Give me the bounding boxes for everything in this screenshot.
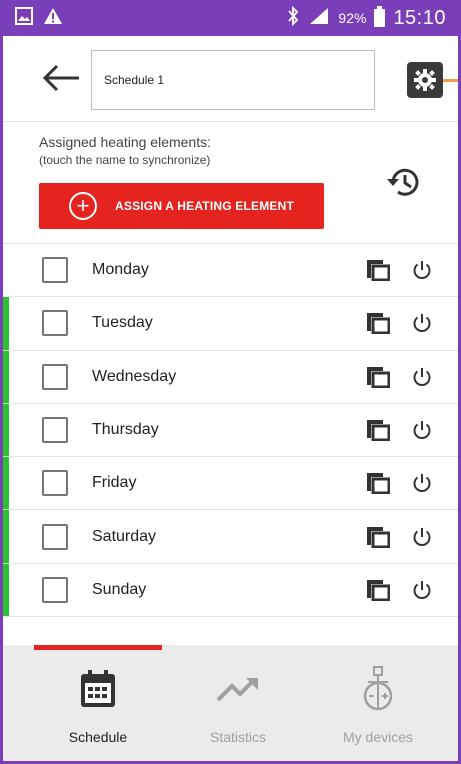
power-day-button[interactable] [409,310,435,336]
copy-icon [367,473,390,495]
history-icon [387,168,419,196]
day-row[interactable]: Thursday [3,403,458,458]
copy-day-button[interactable] [365,470,391,496]
nav-my-devices-label: My devices [342,729,414,745]
nav-statistics[interactable]: Statistics [163,665,313,755]
day-checkbox[interactable] [42,417,68,444]
copy-day-button[interactable] [365,524,391,550]
active-day-indicator [3,297,9,350]
copy-day-button[interactable] [365,364,391,390]
power-day-button[interactable] [409,364,435,390]
active-day-indicator [3,510,9,563]
day-checkbox[interactable] [42,363,68,390]
power-day-button[interactable] [409,524,435,550]
power-icon [413,527,431,546]
day-label: Saturday [92,527,157,545]
assign-button-label: ASSIGN A HEATING ELEMENT [115,199,295,213]
history-button[interactable] [381,162,425,202]
copy-day-button[interactable] [365,577,391,603]
copy-day-button[interactable] [365,417,391,443]
copy-icon [367,366,390,388]
clock: 15:10 [393,6,446,29]
copy-icon [367,579,390,601]
copy-day-button[interactable] [365,310,391,336]
day-label: Monday [92,261,149,279]
active-tab-indicator [34,645,162,650]
bluetooth-icon [286,5,300,31]
day-row[interactable]: Wednesday [3,350,458,404]
day-checkbox[interactable] [42,257,68,284]
power-icon [413,474,431,493]
gallery-notification-icon [15,6,33,30]
day-label: Tuesday [92,314,153,332]
copy-icon [367,420,390,442]
day-label: Thursday [92,421,159,439]
active-day-indicator [3,563,9,617]
signal-icon [308,6,330,31]
nav-schedule-label: Schedule [68,729,128,745]
status-bar: 92% 15:10 [3,0,458,36]
app-frame: 92% 15:10 Schedule 1 Assigned heating el… [0,0,461,764]
app-header: Schedule 1 [3,36,458,122]
settings-button[interactable] [407,62,443,98]
day-checkbox[interactable] [42,523,68,550]
day-row[interactable]: Sunday [3,563,458,618]
assign-heating-element-button[interactable]: + ASSIGN A HEATING ELEMENT [39,183,324,229]
day-checkbox[interactable] [42,470,68,497]
gear-icon [414,69,436,91]
assign-section: Assigned heating elements: (touch the na… [3,122,458,244]
day-row[interactable]: Saturday [3,510,458,564]
active-day-indicator [3,457,9,510]
power-day-button[interactable] [409,470,435,496]
nav-statistics-label: Statistics [209,729,266,745]
assigned-elements-subtitle: (touch the name to synchronize) [39,153,211,167]
day-checkbox[interactable] [42,576,68,603]
thermostat-icon [354,665,402,713]
power-icon [413,580,431,599]
day-label: Friday [92,474,137,492]
day-row[interactable]: Monday [3,244,458,298]
nav-schedule[interactable]: Schedule [23,665,173,755]
battery-percentage: 92% [338,10,367,26]
day-row[interactable]: Tuesday [3,297,458,351]
power-icon [413,367,431,386]
calendar-icon [74,665,122,713]
day-label: Wednesday [92,367,177,385]
warning-icon [43,7,63,30]
day-label: Sunday [92,580,147,598]
schedule-name-field[interactable]: Schedule 1 [91,50,375,110]
bottom-navigation: Schedule Statistics My devices [3,645,458,761]
active-day-indicator [3,350,9,403]
plus-circle-icon: + [69,192,97,220]
copy-icon [367,526,390,548]
battery-icon [374,6,386,27]
copy-day-button[interactable] [365,257,391,283]
power-day-button[interactable] [409,257,435,283]
days-list: Monday Tuesday Wednesday Thursday Friday Satu… [3,244,458,618]
power-icon [413,261,431,280]
assigned-elements-title: Assigned heating elements: [39,134,211,150]
active-day-indicator [3,403,9,457]
back-button[interactable] [39,60,83,96]
day-row[interactable]: Friday [3,457,458,511]
power-icon [413,314,431,333]
power-day-button[interactable] [409,577,435,603]
copy-icon [367,260,390,282]
copy-icon [367,313,390,335]
trend-icon [214,665,262,713]
power-icon [413,421,431,439]
nav-my-devices[interactable]: My devices [303,665,453,755]
day-checkbox[interactable] [42,310,68,337]
arrow-left-icon [42,64,79,92]
orange-indicator [443,79,458,82]
power-day-button[interactable] [409,417,435,443]
